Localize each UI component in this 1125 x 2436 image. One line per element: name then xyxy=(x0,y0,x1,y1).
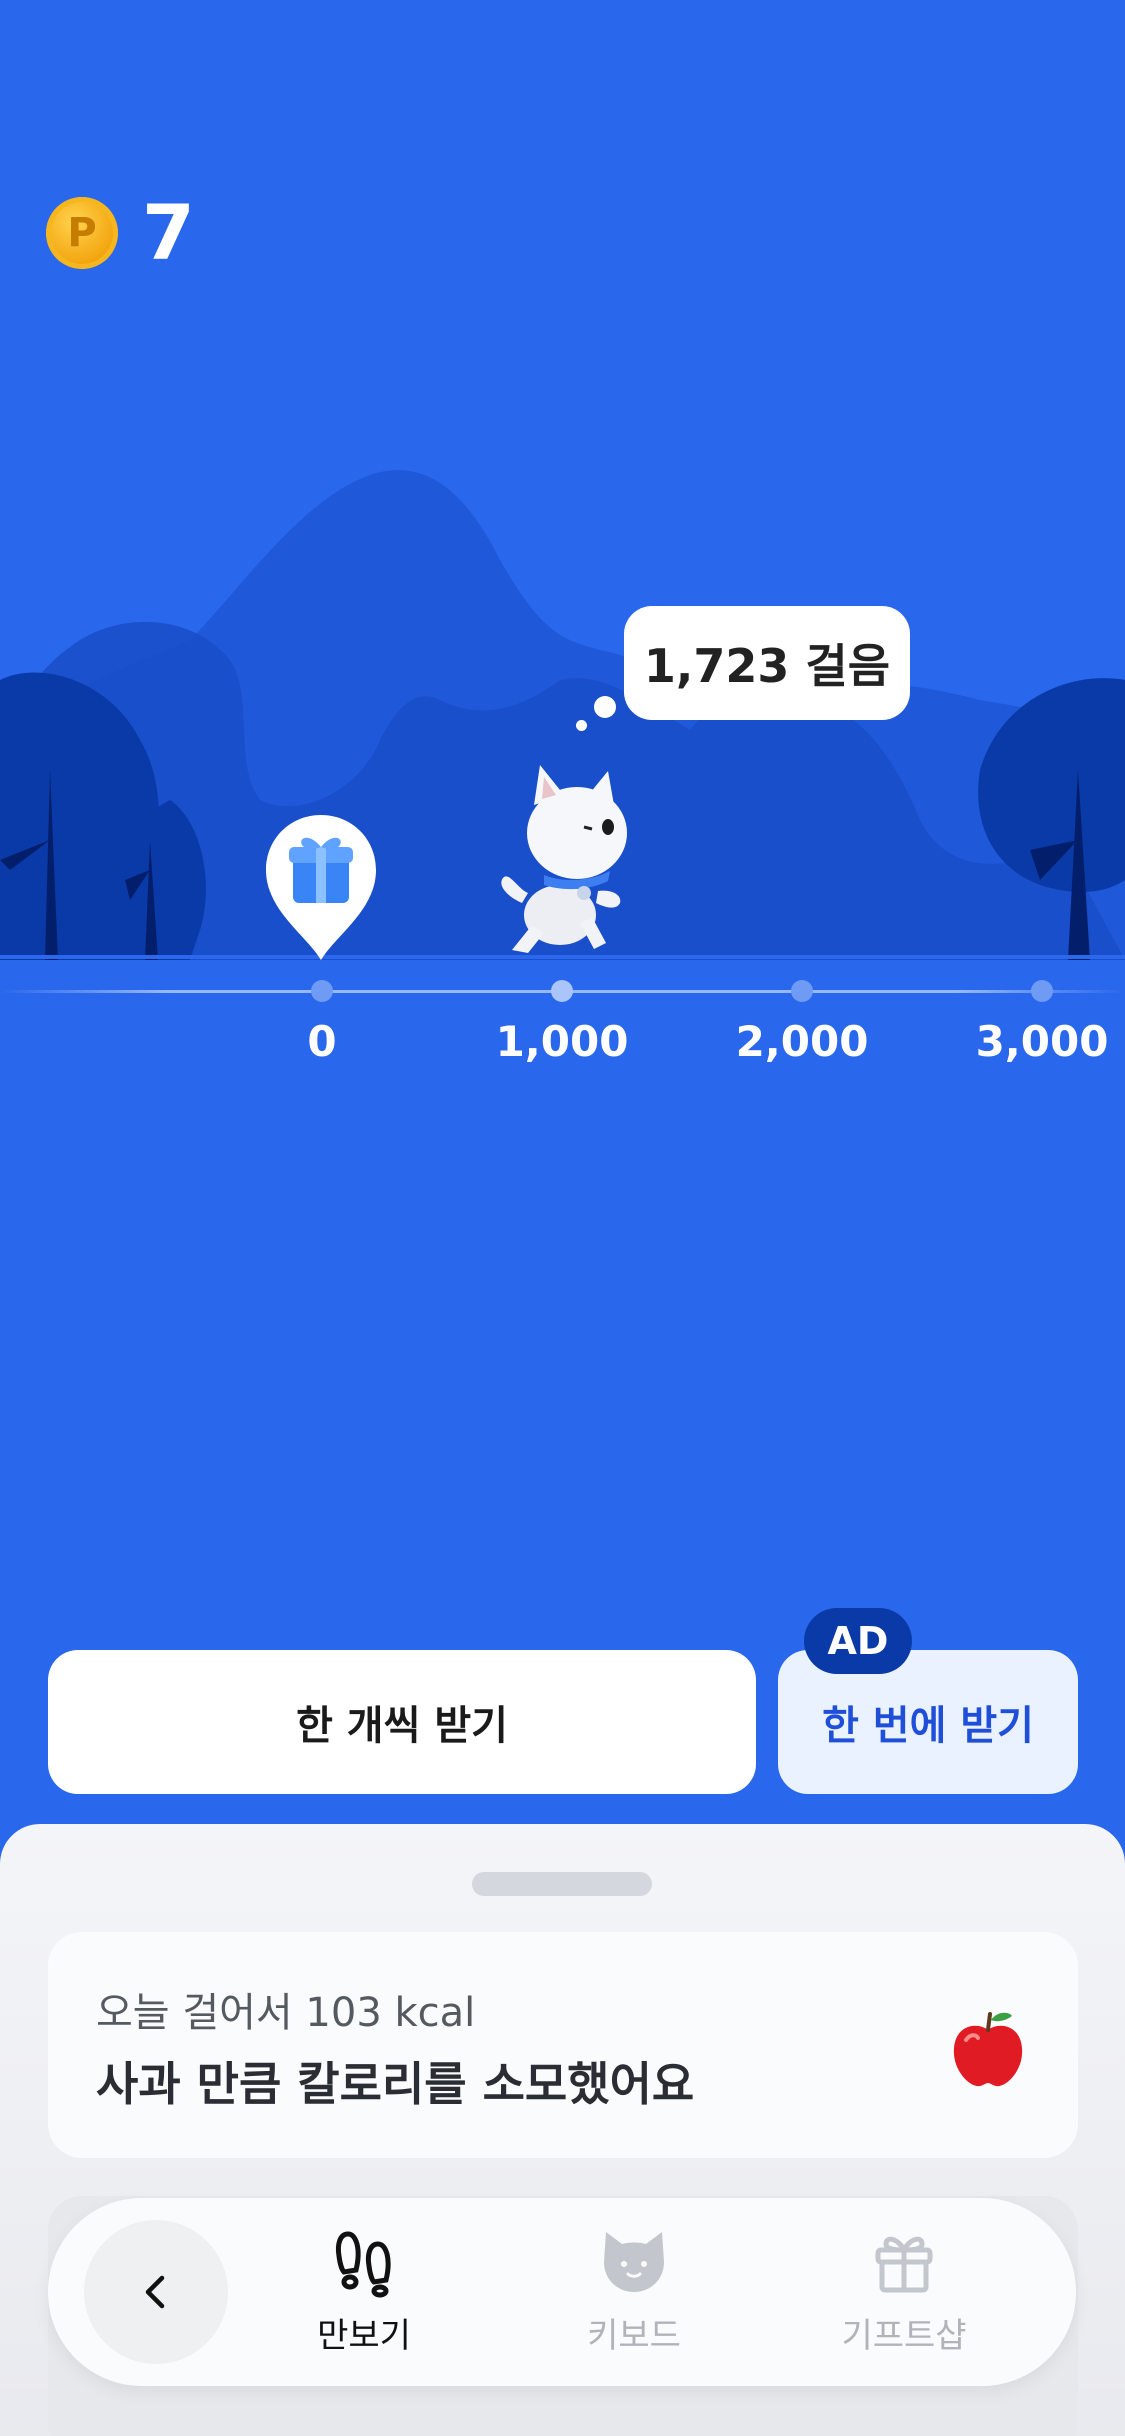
nav-label-pedometer: 만보기 xyxy=(317,2316,411,2356)
bubble-dot-small xyxy=(576,720,587,731)
gift-pin-icon[interactable] xyxy=(266,815,376,960)
footprints-icon xyxy=(335,2231,391,2298)
back-button[interactable] xyxy=(84,2220,228,2364)
gift-icon xyxy=(875,2236,933,2293)
ground-line xyxy=(0,955,1125,959)
collect-one-button[interactable]: 한 개씩 받기 xyxy=(48,1650,756,1794)
tick-dot-3000 xyxy=(1031,980,1053,1002)
steps-bubble: 1,723 걸음 xyxy=(624,606,910,720)
tick-dot-1000 xyxy=(551,980,573,1002)
nav-item-giftshop[interactable]: 기프트샵 xyxy=(814,2226,994,2366)
pedometer-screen: P 7 1,723 걸음 0 1,000 2,000 3,000 한 개씩 받기… xyxy=(0,0,1125,2436)
tick-label-2000: 2,000 xyxy=(735,1017,869,1066)
cat-face-icon xyxy=(604,2232,664,2292)
tick-dot-2000 xyxy=(791,980,813,1002)
calorie-title: 사과 만큼 칼로리를 소모했어요 xyxy=(96,2057,695,2111)
points-display: P 7 xyxy=(46,195,195,271)
cat-character-icon xyxy=(501,765,627,953)
nav-label-giftshop: 기프트샵 xyxy=(841,2316,967,2356)
nav-label-keyboard: 키보드 xyxy=(587,2316,681,2356)
points-value: 7 xyxy=(142,188,195,277)
nav-item-keyboard[interactable]: 키보드 xyxy=(544,2226,724,2366)
calorie-subtitle: 오늘 걸어서 103 kcal xyxy=(96,1990,476,2036)
bubble-dot-large xyxy=(594,696,616,718)
ad-badge: AD xyxy=(804,1608,912,1674)
collect-all-button[interactable]: 한 번에 받기 xyxy=(778,1650,1078,1794)
bottom-nav: 만보기 키보드 기프트샵 xyxy=(48,2198,1076,2386)
point-coin-icon: P xyxy=(46,197,118,269)
chevron-left-icon xyxy=(145,2275,165,2309)
sheet-drag-handle[interactable] xyxy=(472,1872,652,1896)
apple-icon xyxy=(953,2012,1023,2087)
tick-label-3000: 3,000 xyxy=(975,1017,1109,1066)
nav-item-pedometer[interactable]: 만보기 xyxy=(274,2226,454,2366)
tick-label-0: 0 xyxy=(307,1017,337,1066)
tick-dot-0 xyxy=(311,980,333,1002)
calorie-card: 오늘 걸어서 103 kcal 사과 만큼 칼로리를 소모했어요 xyxy=(48,1932,1078,2158)
tick-label-1000: 1,000 xyxy=(495,1017,629,1066)
